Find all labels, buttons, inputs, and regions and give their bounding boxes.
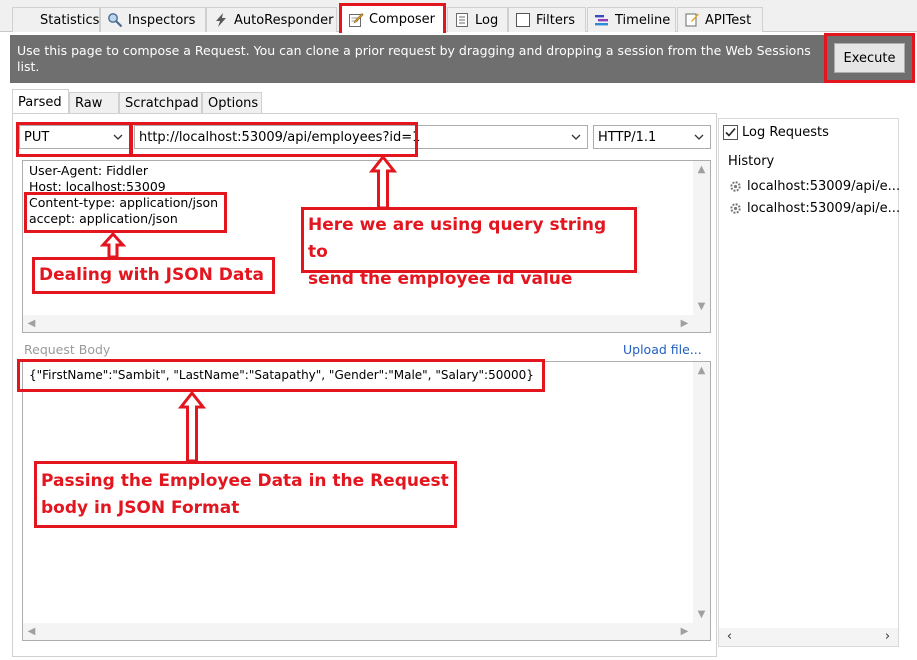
scroll-left-icon[interactable]: ◀ <box>23 623 40 640</box>
tab-log[interactable]: Log <box>447 7 508 32</box>
scroll-down-icon[interactable]: ▼ <box>693 298 710 315</box>
arrow-up-icon <box>100 232 126 259</box>
scroll-left-icon[interactable]: ◀ <box>23 315 40 332</box>
chevron-down-icon <box>113 134 123 140</box>
http-version-value: HTTP/1.1 <box>598 129 657 145</box>
lightning-icon <box>216 13 226 27</box>
history-sidebar: Log Requests History localhost:53009/api… <box>718 118 900 647</box>
execute-highlight: Execute <box>824 33 915 83</box>
url-input[interactable]: http://localhost:53009/api/employees?id=… <box>134 125 588 149</box>
json-data-callout: Dealing with JSON Data <box>32 257 275 294</box>
composer-icon <box>349 12 364 27</box>
header-line: User-Agent: Fiddler <box>29 163 149 178</box>
body-horizontal-scrollbar[interactable]: ◀ ▶ <box>23 623 710 640</box>
inspectors-icon <box>108 13 123 28</box>
query-string-callout: Here we are using query string to send t… <box>301 207 637 289</box>
headers-horizontal-scrollbar[interactable]: ◀ ▶ <box>23 315 710 332</box>
tab-timeline[interactable]: Timeline <box>587 7 676 32</box>
scroll-right-icon[interactable]: ▶ <box>676 315 693 332</box>
log-requests-toggle[interactable]: Log Requests <box>723 125 829 140</box>
apitest-icon <box>685 13 699 27</box>
tab-filters[interactable]: Filters <box>508 7 586 32</box>
checkbox-icon <box>516 13 530 27</box>
http-version-select[interactable]: HTTP/1.1 <box>593 125 711 149</box>
request-body-label: Request Body <box>24 342 111 357</box>
subtab-raw[interactable]: Raw <box>69 92 119 114</box>
tab-autoresponder[interactable]: AutoResponder <box>206 7 337 32</box>
scroll-left-icon[interactable]: ‹ <box>721 628 738 645</box>
request-body-callout: Passing the Employee Data in the Request… <box>34 461 457 528</box>
composer-info-text: Use this page to compose a Request. You … <box>17 43 811 74</box>
checkbox-checked-icon[interactable] <box>723 125 738 140</box>
tab-apitest[interactable]: APITest <box>677 7 763 32</box>
header-line: Content-type: application/json <box>29 195 219 210</box>
body-vertical-scrollbar[interactable]: ▲ ▼ <box>693 362 710 623</box>
scroll-down-icon[interactable]: ▼ <box>693 606 710 623</box>
history-horizontal-scrollbar[interactable]: ‹ › <box>719 628 898 646</box>
arrow-up-icon <box>178 391 206 463</box>
request-body-content: {"FirstName":"Sambit", "LastName":"Satap… <box>29 368 534 382</box>
subtab-options[interactable]: Options <box>202 92 262 114</box>
tab-statistics[interactable]: Statistics <box>12 7 100 32</box>
header-line: accept: application/json <box>29 211 178 226</box>
log-icon <box>456 13 468 27</box>
chevron-down-icon <box>694 134 704 140</box>
arrow-up-icon <box>369 155 397 210</box>
method-select[interactable]: PUT <box>19 125 130 149</box>
history-heading: History <box>728 154 775 169</box>
timeline-icon <box>595 15 608 26</box>
method-value: PUT <box>24 129 50 145</box>
chevron-down-icon <box>571 134 581 140</box>
subtab-parsed[interactable]: Parsed <box>12 89 69 114</box>
upload-file-link[interactable]: Upload file... <box>623 342 702 357</box>
scroll-up-icon[interactable]: ▲ <box>693 161 710 178</box>
gear-icon <box>730 181 741 192</box>
headers-vertical-scrollbar[interactable]: ▲ ▼ <box>693 161 710 315</box>
gear-icon <box>730 203 741 214</box>
history-item[interactable]: localhost:53009/api/e... <box>729 179 900 194</box>
scroll-right-icon[interactable]: ▶ <box>676 623 693 640</box>
scroll-up-icon[interactable]: ▲ <box>693 362 710 379</box>
header-line: Host: localhost:53009 <box>29 179 166 194</box>
url-value: http://localhost:53009/api/employees?id=… <box>139 129 421 145</box>
history-item[interactable]: localhost:53009/api/e... <box>729 201 900 216</box>
execute-button[interactable]: Execute <box>834 43 905 73</box>
statistics-icon <box>19 12 35 28</box>
tab-inspectors[interactable]: Inspectors <box>100 7 206 32</box>
log-requests-label: Log Requests <box>742 125 829 140</box>
scroll-right-icon[interactable]: › <box>879 628 896 645</box>
tab-composer[interactable]: Composer <box>339 3 446 33</box>
subtab-scratchpad[interactable]: Scratchpad <box>119 92 202 114</box>
